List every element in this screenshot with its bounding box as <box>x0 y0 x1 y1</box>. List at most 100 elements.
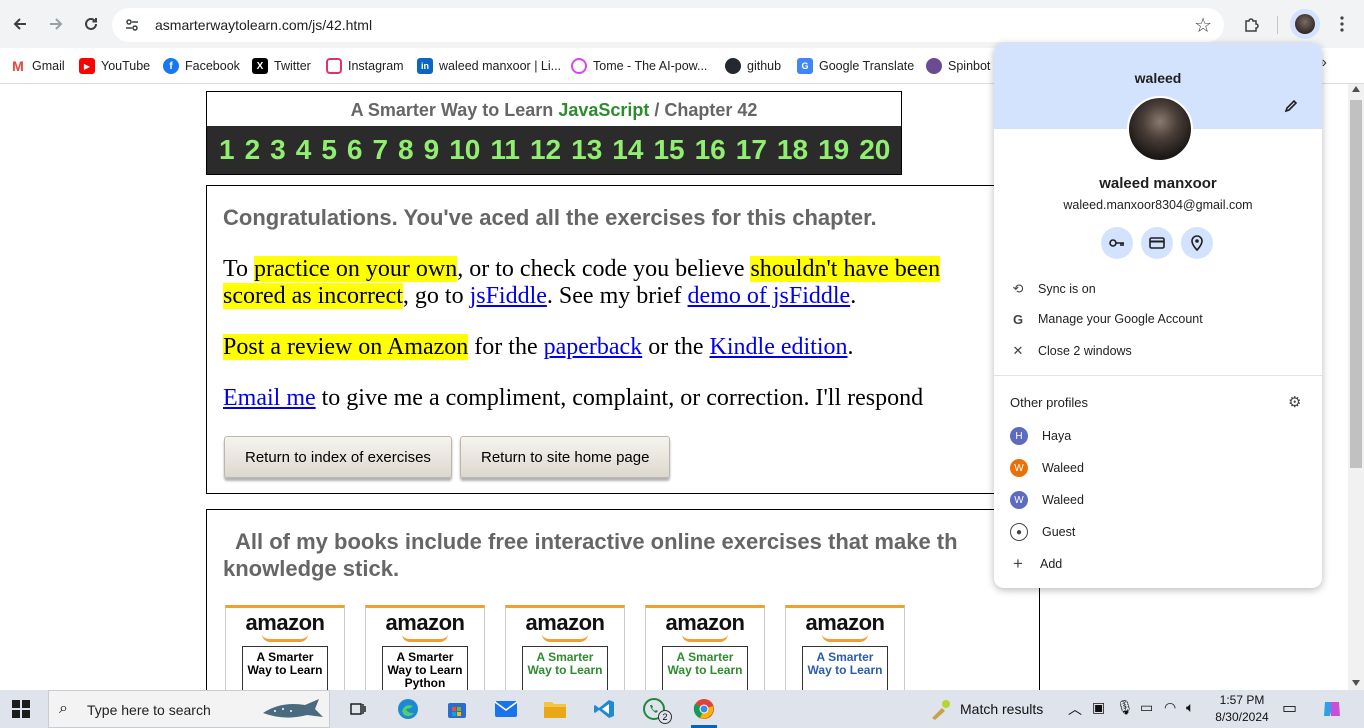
jsfiddle-link[interactable]: jsFiddle <box>470 283 547 309</box>
scroll-up-arrow-icon[interactable] <box>1352 86 1360 92</box>
chapter-link[interactable]: 13 <box>571 134 602 166</box>
paperback-link[interactable]: paperback <box>544 334 643 360</box>
battery-icon[interactable]: ▭ <box>1140 699 1153 716</box>
system-clock[interactable]: 1:57 PM 8/30/2024 <box>1208 692 1276 726</box>
page-scrollbar[interactable] <box>1348 84 1364 690</box>
notifications-icon[interactable]: ▭ <box>1282 698 1297 718</box>
book-cover: A Smarter Way to Learn Python <box>382 646 468 690</box>
bookmark-spinbot[interactable]: Spinbot <box>926 54 990 78</box>
chapter-link[interactable]: 4 <box>296 134 312 166</box>
wifi-icon[interactable]: ◠ <box>1164 699 1176 716</box>
site-info-icon[interactable] <box>124 17 140 33</box>
chapter-link[interactable]: 5 <box>321 134 337 166</box>
edge-app[interactable] <box>394 695 422 723</box>
chapter-link[interactable]: 6 <box>347 134 363 166</box>
scroll-thumb[interactable] <box>1350 100 1362 468</box>
book-card[interactable]: amazon A Smarter Way to Learn <box>785 605 905 690</box>
profile-row-waleed-1[interactable]: W Waleed <box>994 453 1322 483</box>
chapter-link[interactable]: 17 <box>736 134 767 166</box>
return-to-index-button[interactable]: Return to index of exercises <box>224 436 452 478</box>
chapter-link[interactable]: 15 <box>653 134 684 166</box>
chapter-link[interactable]: 8 <box>398 134 414 166</box>
close-windows-row[interactable]: ✕ Close 2 windows <box>994 336 1322 366</box>
amazon-logo: amazon <box>805 610 885 635</box>
chapter-link[interactable]: 16 <box>695 134 726 166</box>
payment-methods-button[interactable] <box>1141 227 1173 259</box>
chapter-link[interactable]: 1 <box>219 134 235 166</box>
chapter-link[interactable]: 2 <box>245 134 261 166</box>
bookmark-gmail[interactable]: M Gmail <box>10 54 65 78</box>
demo-jsfiddle-link[interactable]: demo of jsFiddle <box>688 283 851 309</box>
profile-row-label: Waleed <box>1042 493 1084 507</box>
chapter-link[interactable]: 12 <box>530 134 561 166</box>
highlight-text: scored as incorrect <box>223 283 403 309</box>
chapter-link[interactable]: 18 <box>777 134 808 166</box>
mail-app[interactable] <box>492 695 520 723</box>
bookmark-twitter[interactable]: X Twitter <box>252 54 311 78</box>
bookmark-linkedin[interactable]: in waleed manxoor | Li... <box>417 54 561 78</box>
chapter-link[interactable]: 7 <box>372 134 388 166</box>
book-cover: A Smarter Way to Learn <box>662 646 748 690</box>
bookmark-tome[interactable]: Tome - The AI-pow... <box>571 54 707 78</box>
guest-row[interactable]: ● Guest <box>994 517 1322 547</box>
return-to-home-button[interactable]: Return to site home page <box>460 436 671 478</box>
book-card[interactable]: amazon A Smarter Way to Learn Python <box>365 605 485 690</box>
chapter-link[interactable]: 9 <box>424 134 440 166</box>
sync-row[interactable]: ⟲ Sync is on <box>994 274 1322 304</box>
url-text[interactable]: asmarterwaytolearn.com/js/42.html <box>155 17 372 33</box>
address-bar[interactable]: asmarterwaytolearn.com/js/42.html ☆ <box>112 8 1224 42</box>
bookmark-github[interactable]: github <box>725 54 781 78</box>
meet-now-icon[interactable]: ▣ <box>1092 699 1105 716</box>
addresses-button[interactable] <box>1181 227 1213 259</box>
back-button[interactable] <box>6 10 34 38</box>
text: . <box>850 283 857 309</box>
volume-icon[interactable]: 🔈︎ <box>1186 699 1194 716</box>
task-view-button[interactable] <box>344 695 372 723</box>
chapter-link[interactable]: 11 <box>490 134 520 166</box>
copilot-button[interactable] <box>1318 695 1346 723</box>
chrome-menu-button[interactable] <box>1330 12 1354 36</box>
reload-button[interactable] <box>77 10 105 38</box>
chapter-link[interactable]: 10 <box>449 134 480 166</box>
passwords-button[interactable] <box>1101 227 1133 259</box>
windows-start-icon[interactable] <box>12 700 30 718</box>
profile-initial-avatar: H <box>1010 427 1028 445</box>
book-card[interactable]: amazon A Smarter Way to Learn <box>225 605 345 690</box>
bookmark-facebook[interactable]: f Facebook <box>163 54 240 78</box>
bookmark-star-icon[interactable]: ☆ <box>1194 13 1212 38</box>
taskbar-search-box[interactable]: ⌕ Type here to search <box>48 690 330 728</box>
chapter-link[interactable]: 3 <box>270 134 286 166</box>
match-results-widget[interactable]: Match results <box>928 695 1043 723</box>
manage-google-account-row[interactable]: G Manage your Google Account <box>994 304 1322 334</box>
chapter-link[interactable]: 19 <box>818 134 849 166</box>
show-hidden-icons-chevron-icon[interactable]: ︿ <box>1068 699 1082 719</box>
whatsapp-app[interactable]: 2 <box>640 695 672 724</box>
vscode-app[interactable] <box>590 695 618 723</box>
chapter-link[interactable]: 20 <box>859 134 890 166</box>
chapter-link[interactable]: 14 <box>612 134 643 166</box>
edit-pencil-icon[interactable] <box>1284 99 1298 118</box>
email-me-link[interactable]: Email me <box>223 385 316 411</box>
bookmark-google-translate[interactable]: G Google Translate <box>797 54 914 78</box>
email-paragraph: Email me to give me a compliment, compla… <box>223 385 923 412</box>
extensions-button[interactable] <box>1240 12 1264 36</box>
kindle-edition-link[interactable]: Kindle edition <box>710 334 848 360</box>
add-profile-row[interactable]: + Add <box>994 549 1322 579</box>
profile-row-haya[interactable]: H Haya <box>994 421 1322 451</box>
bookmark-youtube[interactable]: ▶ YouTube <box>79 54 150 78</box>
file-explorer-app[interactable] <box>541 695 569 723</box>
microphone-icon[interactable]: 🎙︎ <box>1116 699 1134 716</box>
gear-icon[interactable]: ⚙ <box>1288 393 1301 411</box>
microsoft-store-app[interactable] <box>443 695 471 723</box>
practice-paragraph-line2: scored as incorrect, go to jsFiddle. See… <box>223 283 856 310</box>
book-card[interactable]: amazon A Smarter Way to Learn <box>645 605 765 690</box>
chrome-app[interactable] <box>690 695 718 723</box>
puzzle-icon <box>1245 18 1259 32</box>
forward-button[interactable] <box>42 10 70 38</box>
sync-icon: ⟲ <box>1012 281 1024 296</box>
bookmark-instagram[interactable]: Instagram <box>326 54 404 78</box>
book-card[interactable]: amazon A Smarter Way to Learn <box>505 605 625 690</box>
scroll-down-arrow-icon[interactable] <box>1352 680 1360 686</box>
profile-avatar-button[interactable] <box>1290 9 1320 39</box>
profile-row-waleed-2[interactable]: W Waleed <box>994 485 1322 515</box>
